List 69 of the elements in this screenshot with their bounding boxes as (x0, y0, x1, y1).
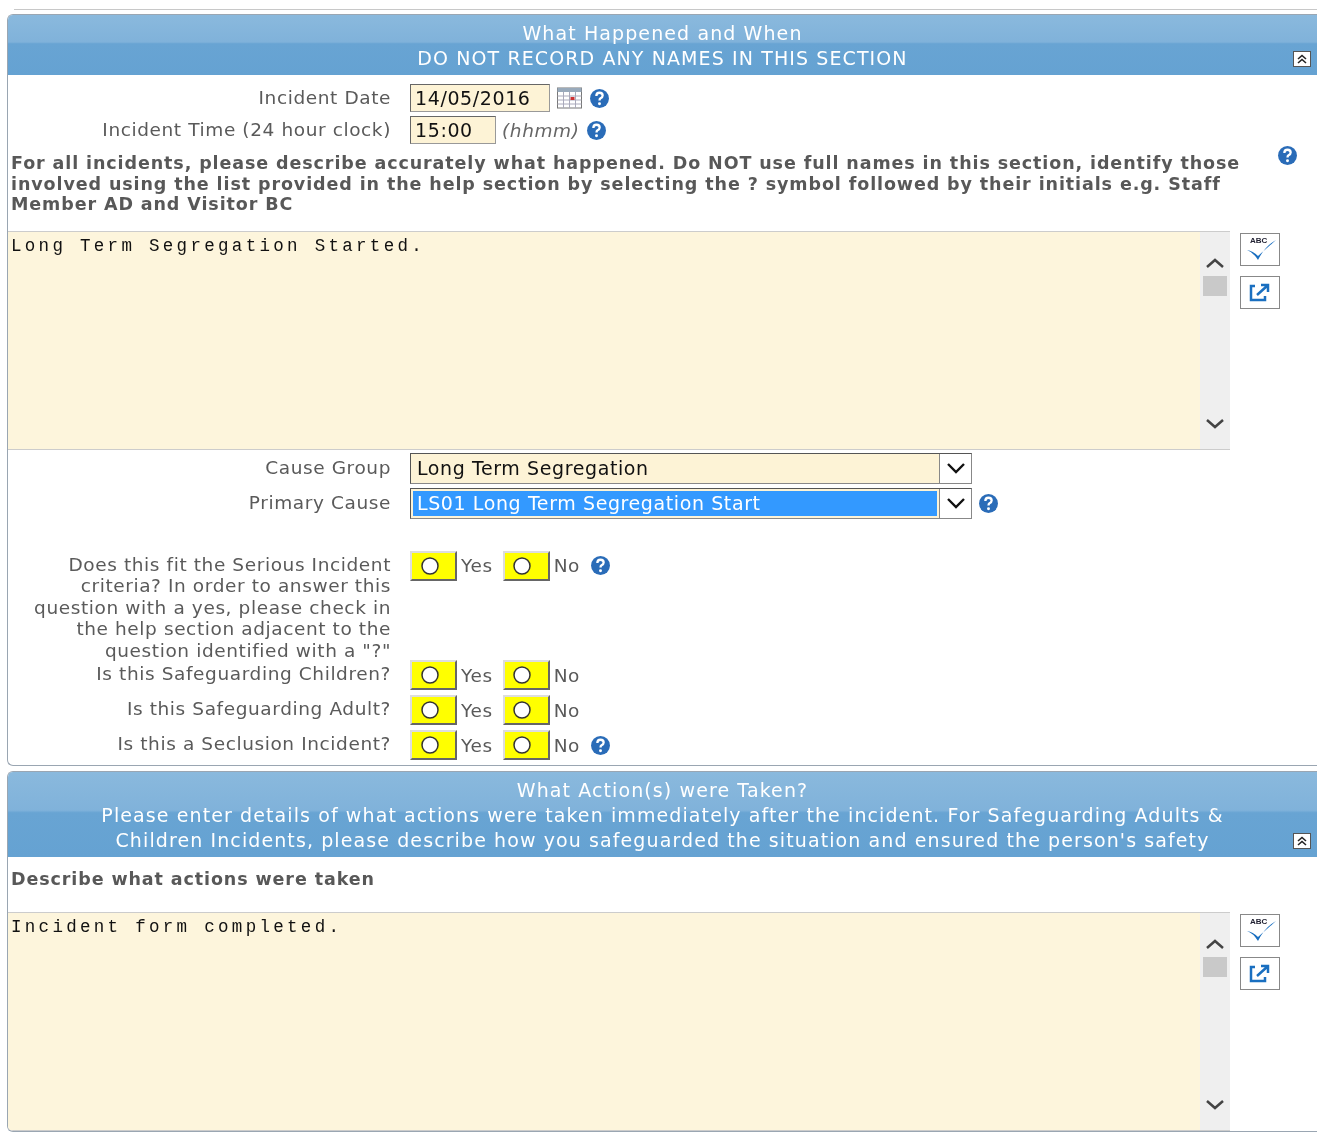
radio-circle-icon (418, 555, 441, 576)
field-label: Primary Cause (247, 492, 391, 514)
date-field[interactable]: 14/05/2016 (410, 84, 550, 112)
help-icon[interactable] (1277, 145, 1298, 166)
text-area[interactable]: Incident form completed. (8, 912, 1200, 1130)
caret-icon (945, 497, 966, 509)
radio-circle-icon (511, 735, 534, 755)
format-hint: (hhmm) (502, 119, 580, 141)
dropdown[interactable]: Long Term Segregation (410, 452, 972, 484)
scrollbar[interactable] (1200, 912, 1230, 1130)
radio-circle-icon (418, 665, 441, 685)
section-subtitle: DO NOT RECORD ANY NAMES IN THIS SECTION (416, 46, 909, 71)
radio-button[interactable] (502, 695, 550, 725)
scrollbar[interactable] (1200, 231, 1230, 449)
scroll-thumb[interactable] (1203, 275, 1227, 296)
option-label: No (553, 699, 581, 721)
help-icon[interactable] (978, 492, 999, 514)
field-label: Does this fit the Serious Incident criteria? In order to answer this question with a yes, please check in the help section adjacent to the question identified with a "?" (33, 552, 391, 661)
help-icon[interactable] (590, 734, 612, 756)
option-label: Yes (461, 734, 493, 756)
option-label: No (553, 734, 581, 756)
radio-circle-icon (511, 555, 534, 576)
radio-button[interactable] (410, 660, 457, 690)
caret-icon (945, 462, 966, 474)
instruction-text: Describe what actions were taken (11, 869, 376, 890)
collapse-icon[interactable] (1293, 51, 1311, 67)
radio-button[interactable] (502, 730, 550, 760)
option-label: No (553, 664, 581, 686)
radio-circle-icon (511, 700, 534, 720)
scroll-down-icon[interactable] (1204, 1097, 1226, 1112)
help-icon[interactable] (585, 119, 607, 141)
field-label: Incident Date (257, 87, 391, 109)
radio-circle-icon (418, 735, 441, 755)
dropdown-value: Long Term Segregation (416, 455, 650, 481)
radio-button[interactable] (502, 550, 550, 581)
option-label: Yes (461, 699, 493, 721)
radio-button[interactable] (410, 695, 457, 725)
spellcheck-button[interactable]: ABC (1240, 232, 1280, 266)
radio-button[interactable] (410, 550, 457, 581)
dropdown-button[interactable] (939, 488, 971, 518)
help-icon[interactable] (590, 555, 612, 576)
radio-circle-icon (418, 700, 441, 720)
dropdown-button[interactable] (939, 453, 971, 483)
collapse-icon[interactable] (1293, 833, 1311, 849)
section-title: What Action(s) were Taken? (515, 778, 810, 803)
dropdown-value: LS01 Long Term Segregation Start (413, 490, 937, 516)
scroll-thumb[interactable] (1203, 956, 1227, 977)
help-icon[interactable] (589, 87, 610, 109)
time-field[interactable]: 15:00 (410, 116, 496, 144)
option-label: Yes (461, 555, 493, 576)
text-area[interactable]: Long Term Segregation Started. (8, 231, 1200, 449)
field-label: Is this Safeguarding Adult? (125, 697, 391, 720)
field-label: Cause Group (264, 457, 391, 479)
radio-circle-icon (511, 665, 534, 685)
field-label: Incident Time (24 hour clock) (101, 119, 391, 141)
option-label: No (553, 555, 581, 576)
popout-button[interactable] (1240, 275, 1280, 309)
scroll-down-icon[interactable] (1204, 416, 1226, 431)
field-label: Is this Safeguarding Children? (95, 662, 391, 685)
spellcheck-button[interactable]: ABC (1240, 913, 1280, 947)
popout-button[interactable] (1240, 956, 1280, 990)
radio-button[interactable] (502, 660, 550, 690)
instruction-text: For all incidents, please describe accurately what happened. Do NOT use full names in this section, identify those involved using the list provided in the help section by selecting the ? symbol followed by their initials e.g. Staff Member AD and Visitor BC (11, 153, 1242, 215)
field-label: Is this a Seclusion Incident? (116, 732, 391, 755)
section-title: What Happened and When (521, 21, 804, 46)
radio-button[interactable] (410, 730, 457, 760)
calendar-icon[interactable] (556, 86, 583, 110)
option-label: Yes (461, 664, 493, 686)
section-subtitle: Please enter details of what actions were taken immediately after the incident. For Safeguarding Adults & Children Incidents, please describe how you safeguarded the situation and ensured the person's safety (100, 803, 1225, 853)
